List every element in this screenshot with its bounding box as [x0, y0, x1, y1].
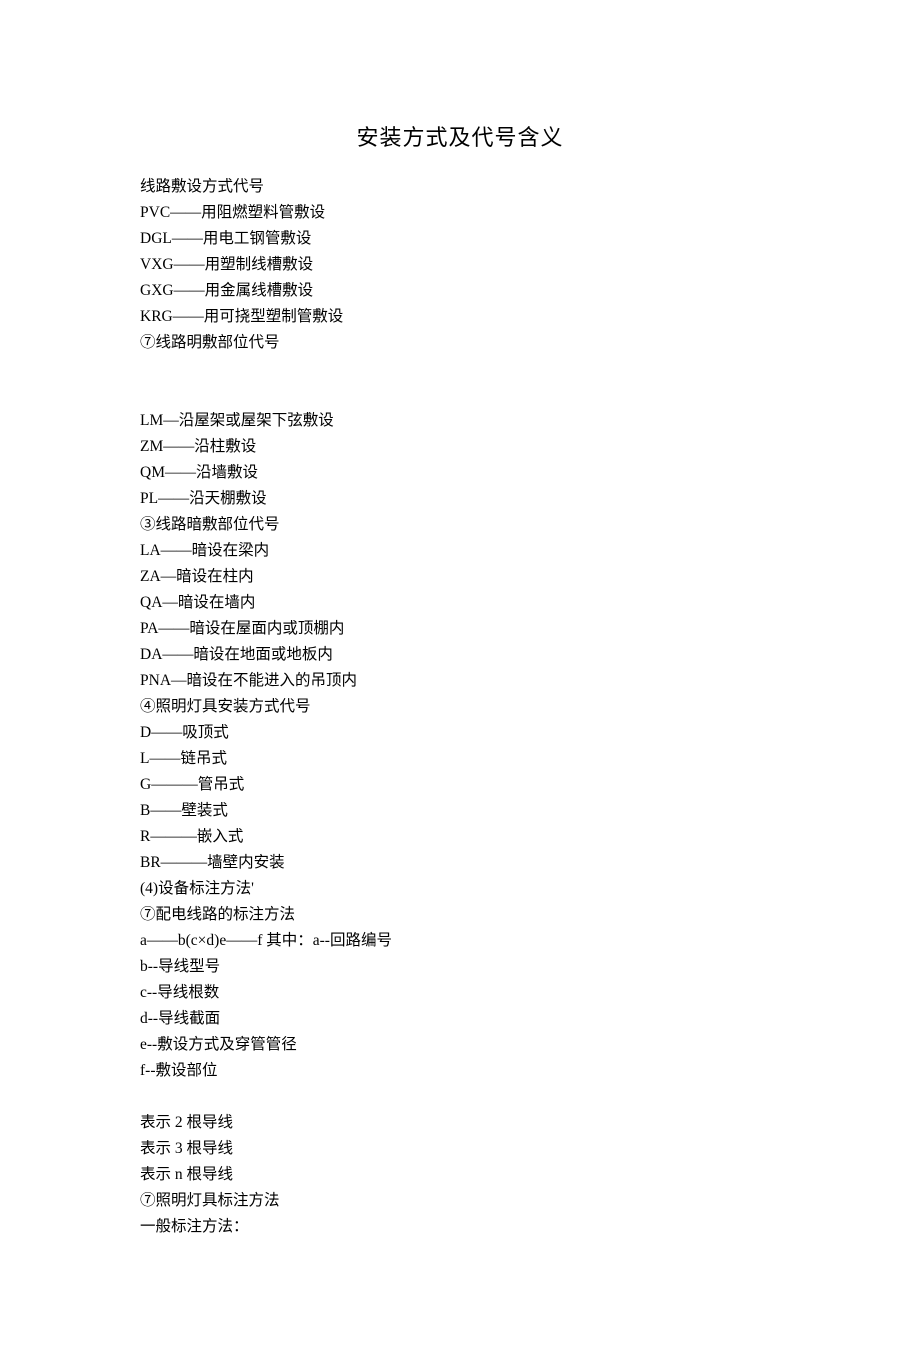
text-line: GXG——用金属线槽敷设	[140, 278, 780, 304]
text-line: e--敷设方式及穿管管径	[140, 1032, 780, 1058]
text-line: BR———墙壁内安装	[140, 850, 780, 876]
text-line: ⑦线路明敷部位代号	[140, 330, 780, 356]
text-line: VXG——用塑制线槽敷设	[140, 252, 780, 278]
text-line: G———管吊式	[140, 772, 780, 798]
text-line: d--导线截面	[140, 1006, 780, 1032]
section-3: 表示 2 根导线 表示 3 根导线 表示 n 根导线 ⑦照明灯具标注方法 一般标…	[140, 1110, 780, 1240]
blank-spacer	[140, 1084, 780, 1110]
section-2: LM—沿屋架或屋架下弦敷设 ZM——沿柱敷设 QM——沿墙敷设 PL——沿天棚敷…	[140, 408, 780, 1084]
text-line: b--导线型号	[140, 954, 780, 980]
text-line: KRG——用可挠型塑制管敷设	[140, 304, 780, 330]
blank-spacer	[140, 356, 780, 408]
text-line: ③线路暗敷部位代号	[140, 512, 780, 538]
text-line: DGL——用电工钢管敷设	[140, 226, 780, 252]
text-line: 表示 2 根导线	[140, 1110, 780, 1136]
text-line: ④照明灯具安装方式代号	[140, 694, 780, 720]
text-line: (4)设备标注方法'	[140, 876, 780, 902]
text-line: D——吸顶式	[140, 720, 780, 746]
text-line: 表示 n 根导线	[140, 1162, 780, 1188]
text-line: DA——暗设在地面或地板内	[140, 642, 780, 668]
text-line: ⑦照明灯具标注方法	[140, 1188, 780, 1214]
text-line: B——壁装式	[140, 798, 780, 824]
text-line: PL——沿天棚敷设	[140, 486, 780, 512]
text-line: LM—沿屋架或屋架下弦敷设	[140, 408, 780, 434]
text-line: 表示 3 根导线	[140, 1136, 780, 1162]
page-title: 安装方式及代号含义	[140, 120, 780, 152]
text-line: c--导线根数	[140, 980, 780, 1006]
text-line: 一般标注方法：	[140, 1214, 780, 1240]
text-line: L——链吊式	[140, 746, 780, 772]
text-line: R———嵌入式	[140, 824, 780, 850]
text-line: PNA—暗设在不能进入的吊顶内	[140, 668, 780, 694]
text-line: LA——暗设在梁内	[140, 538, 780, 564]
text-line: ZM——沿柱敷设	[140, 434, 780, 460]
text-line: PA——暗设在屋面内或顶棚内	[140, 616, 780, 642]
text-line: ⑦配电线路的标注方法	[140, 902, 780, 928]
text-line: f--敷设部位	[140, 1058, 780, 1084]
document-page: 安装方式及代号含义 线路敷设方式代号 PVC——用阻燃塑料管敷设 DGL——用电…	[0, 0, 920, 1350]
text-line: PVC——用阻燃塑料管敷设	[140, 200, 780, 226]
section-1: 线路敷设方式代号 PVC——用阻燃塑料管敷设 DGL——用电工钢管敷设 VXG—…	[140, 174, 780, 356]
text-line: 线路敷设方式代号	[140, 174, 780, 200]
text-line: a——b(c×d)e——f 其中：a--回路编号	[140, 928, 780, 954]
text-line: ZA—暗设在柱内	[140, 564, 780, 590]
text-line: QM——沿墙敷设	[140, 460, 780, 486]
text-line: QA—暗设在墙内	[140, 590, 780, 616]
